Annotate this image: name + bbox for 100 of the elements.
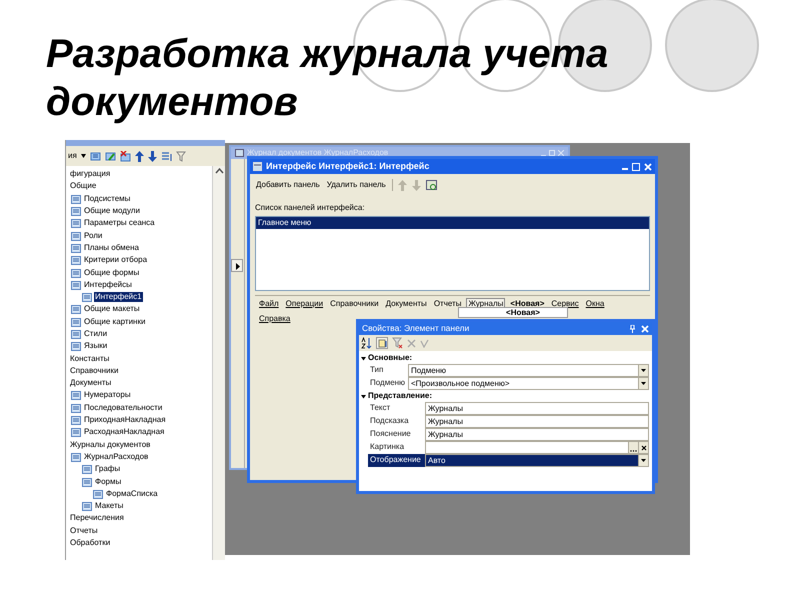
scroll-up-icon[interactable] bbox=[214, 167, 224, 176]
filter-icon[interactable] bbox=[176, 150, 187, 162]
tree-item[interactable]: Роли bbox=[83, 230, 104, 241]
tree-item[interactable]: Общие bbox=[69, 181, 98, 192]
caret-icon[interactable] bbox=[80, 154, 86, 158]
toolbar-label[interactable]: ия bbox=[68, 150, 77, 162]
collapse-icon[interactable] bbox=[361, 394, 366, 398]
tree-item[interactable]: Графы bbox=[94, 464, 122, 474]
list-label: Список панелей интерфейса: bbox=[254, 202, 366, 214]
input-field[interactable] bbox=[425, 441, 649, 454]
menu-item[interactable]: Справка bbox=[257, 313, 292, 325]
tree-item[interactable]: Документы bbox=[69, 378, 112, 388]
tree-item[interactable]: Общие картинки bbox=[83, 316, 146, 327]
tree-item[interactable]: Макеты bbox=[94, 501, 124, 512]
dropdown-field[interactable]: <Произвольное подменю> bbox=[408, 377, 649, 390]
tree-item[interactable]: Журналы документов bbox=[69, 440, 152, 450]
scrollbar[interactable] bbox=[212, 166, 225, 560]
filter-icon[interactable] bbox=[392, 337, 403, 349]
tree-node-icon bbox=[71, 452, 81, 462]
edit-icon[interactable] bbox=[104, 150, 116, 162]
slide-title: Разработка журнала учета документов bbox=[46, 31, 610, 126]
up-arrow-icon[interactable] bbox=[134, 150, 144, 162]
menu-item[interactable]: Окна bbox=[584, 298, 606, 310]
menu-item[interactable]: Справочники bbox=[328, 298, 381, 310]
tree-item[interactable]: Последовательности bbox=[83, 402, 164, 413]
tree-node-icon bbox=[71, 242, 81, 253]
tree-item[interactable]: Перечисления bbox=[69, 513, 125, 524]
sort-az-icon[interactable] bbox=[361, 337, 372, 349]
tree-node-icon bbox=[71, 341, 81, 352]
tree-node-icon bbox=[71, 390, 81, 400]
tree-item[interactable]: РасходнаяНакладная bbox=[83, 427, 166, 438]
tree-node-icon bbox=[71, 255, 81, 266]
tree-item[interactable]: Нумераторы bbox=[83, 390, 132, 400]
ellipsis-icon[interactable] bbox=[628, 442, 638, 453]
property-label: Текст bbox=[369, 402, 392, 414]
window-search-icon[interactable] bbox=[426, 180, 438, 190]
tree-item[interactable]: Отчеты bbox=[69, 526, 99, 536]
down-arrow-icon[interactable] bbox=[148, 150, 157, 162]
input-field[interactable]: Журналы bbox=[425, 428, 649, 441]
property-label: Подменю bbox=[369, 377, 406, 389]
tree-item[interactable]: фигурация bbox=[69, 169, 112, 180]
property-label: Подсказка bbox=[369, 415, 410, 427]
sort-icon[interactable] bbox=[160, 150, 172, 162]
tree-item[interactable]: Общие модули bbox=[83, 206, 141, 216]
window-title: Журнал документов ЖурналРасходов bbox=[247, 147, 388, 159]
tree-node-icon bbox=[71, 402, 81, 413]
tree-item[interactable]: Интерфейсы bbox=[83, 280, 133, 290]
tree-item[interactable]: Интерфейс1 bbox=[94, 292, 143, 302]
tree-item[interactable]: Критерии отбора bbox=[83, 255, 148, 266]
menu-item[interactable]: Документы bbox=[384, 298, 429, 310]
delete-icon[interactable] bbox=[120, 150, 131, 162]
tree-node-icon bbox=[82, 501, 92, 512]
window-title: Свойства: Элемент панели bbox=[362, 322, 470, 335]
tree-node-icon bbox=[71, 427, 81, 438]
menu-item[interactable]: Отчеты bbox=[432, 298, 464, 310]
pin-icon[interactable] bbox=[630, 324, 635, 332]
property-label: Отображение bbox=[368, 454, 425, 467]
tree-node-icon bbox=[82, 464, 92, 474]
tree-item[interactable]: ФормаСписка bbox=[105, 488, 159, 499]
group-header: Основные: bbox=[368, 352, 412, 364]
tree-item[interactable]: Общие макеты bbox=[83, 304, 141, 314]
tree-item[interactable]: Обработки bbox=[69, 538, 112, 548]
row-pointer-icon bbox=[231, 259, 243, 272]
dropdown-field[interactable]: Подменю bbox=[408, 364, 649, 377]
tree-item[interactable]: Параметры сеанса bbox=[83, 218, 156, 228]
tree-item[interactable]: Планы обмена bbox=[83, 242, 140, 253]
menu-item[interactable]: <Новая> bbox=[508, 298, 546, 310]
tree-item[interactable]: Константы bbox=[69, 354, 110, 364]
tree-node-icon bbox=[93, 488, 103, 499]
list-item[interactable]: Главное меню bbox=[256, 217, 649, 229]
tree-node-icon bbox=[71, 316, 81, 327]
tree-item[interactable]: Подсистемы bbox=[83, 194, 132, 204]
property-label: Пояснение bbox=[369, 428, 412, 440]
tree-item[interactable]: Общие формы bbox=[83, 268, 140, 278]
menu-item[interactable]: Операции bbox=[284, 298, 326, 310]
window-icon bbox=[235, 149, 244, 157]
tree-item[interactable]: ЖурналРасходов bbox=[83, 452, 150, 462]
tree-item[interactable]: ПриходнаяНакладная bbox=[83, 415, 167, 426]
toolbar-button[interactable]: Добавить панель bbox=[255, 180, 321, 190]
add-icon[interactable] bbox=[90, 150, 101, 162]
menu-item[interactable]: Файл bbox=[257, 298, 281, 310]
categories-icon[interactable] bbox=[376, 337, 388, 349]
tree-node-icon bbox=[71, 268, 81, 278]
tree-item[interactable]: Справочники bbox=[69, 366, 120, 376]
dropdown-field[interactable]: Авто bbox=[425, 454, 649, 467]
tree-item[interactable]: Языки bbox=[83, 341, 108, 352]
tree-node-icon bbox=[82, 292, 92, 302]
clear-icon[interactable] bbox=[638, 442, 648, 453]
menu-item[interactable]: <Новая> bbox=[506, 308, 540, 317]
collapse-icon[interactable] bbox=[361, 356, 366, 360]
property-label: Тип bbox=[369, 364, 384, 376]
window-title: Интерфейс Интерфейс1: Интерфейс bbox=[266, 160, 430, 173]
checkmark-icon[interactable] bbox=[420, 338, 429, 348]
input-field[interactable]: Журналы bbox=[425, 402, 649, 415]
input-field[interactable]: Журналы bbox=[425, 415, 649, 428]
tree-node-icon bbox=[71, 194, 81, 204]
toolbar-button[interactable]: Удалить панель bbox=[326, 180, 387, 190]
tree-item[interactable]: Стили bbox=[83, 329, 108, 339]
tree-item[interactable]: Формы bbox=[94, 476, 122, 487]
menu-item[interactable]: Сервис bbox=[549, 298, 581, 310]
